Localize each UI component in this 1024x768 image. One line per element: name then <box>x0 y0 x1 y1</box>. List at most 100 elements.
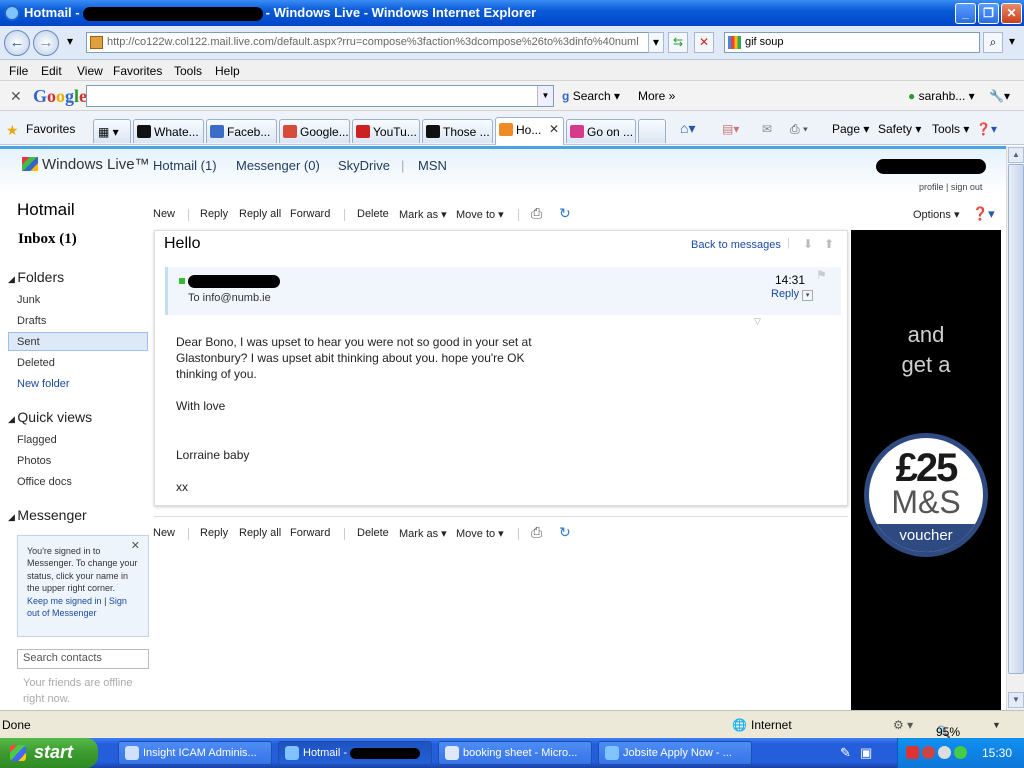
folder-drafts[interactable]: Drafts <box>17 315 46 327</box>
tab-facebook[interactable]: Faceb... <box>206 119 277 143</box>
task-booking-sheet[interactable]: booking sheet - Micro... <box>438 741 592 765</box>
stop-icon[interactable]: ✕ <box>694 32 714 53</box>
folders-heading[interactable]: ◢ Folders <box>8 269 64 285</box>
task-hotmail[interactable]: Hotmail - <box>278 741 432 765</box>
print-icon[interactable]: ⎙ ▾ <box>790 122 808 137</box>
search-contacts-input[interactable]: Search contacts <box>17 649 149 669</box>
zoom-dropdown-icon[interactable]: ▼ <box>992 720 1001 730</box>
move-to-menu[interactable]: Move to ▾ <box>456 527 504 540</box>
mark-as-menu[interactable]: Mark as ▾ <box>399 527 447 540</box>
history-dropdown-icon[interactable]: ▾ <box>60 32 80 53</box>
mark-as-menu[interactable]: Mark as ▾ <box>399 208 447 221</box>
forward-arrow-icon[interactable]: → <box>33 30 59 56</box>
protected-mode-icon[interactable]: ⚙ ▾ <box>893 718 913 732</box>
new-button[interactable]: New <box>153 527 175 539</box>
vertical-scrollbar[interactable]: ▲ ▼ <box>1006 146 1024 710</box>
favorites-button[interactable]: Favorites <box>26 122 75 136</box>
header-reply-link[interactable]: Reply ▾ <box>771 288 814 301</box>
minimize-button[interactable]: _ <box>955 3 976 24</box>
tab-go-on[interactable]: Go on ... <box>566 119 636 143</box>
close-toolbar-icon[interactable]: ✕ <box>10 88 22 105</box>
tray-messenger-icon[interactable] <box>954 746 967 759</box>
move-to-menu[interactable]: Move to ▾ <box>456 208 504 221</box>
pen-icon[interactable]: ✎ <box>840 745 851 761</box>
search-options-icon[interactable]: ▾ <box>1004 32 1020 53</box>
safety-menu[interactable]: Safety ▾ <box>878 122 921 136</box>
close-icon[interactable]: ✕ <box>131 540 140 552</box>
clock[interactable]: 15:30 <box>982 746 1012 760</box>
tray-security-icon[interactable] <box>922 746 935 759</box>
task-jobsite[interactable]: Jobsite Apply Now - ... <box>598 741 752 765</box>
tray-app-icon[interactable] <box>906 746 919 759</box>
url-dropdown-icon[interactable]: ▾ <box>648 32 664 53</box>
google-search-input[interactable]: ▼ <box>86 85 554 107</box>
quick-tabs-button[interactable]: ▦ ▾ <box>93 119 131 143</box>
flag-icon[interactable]: ⚑ <box>816 268 827 282</box>
search-go-icon[interactable]: ⌕ <box>983 32 1003 53</box>
feeds-icon[interactable]: ▤▾ <box>722 122 739 136</box>
scroll-up-icon[interactable]: ▲ <box>1008 147 1024 163</box>
folder-deleted[interactable]: Deleted <box>17 357 55 369</box>
home-icon[interactable]: ⌂▾ <box>680 120 695 137</box>
reply-button[interactable]: Reply <box>200 208 228 220</box>
help-icon[interactable]: ❓▾ <box>972 206 995 222</box>
expand-icon[interactable]: ▽ <box>754 316 761 327</box>
nav-messenger[interactable]: Messenger (0) <box>236 158 320 173</box>
options-menu[interactable]: Options ▾ <box>913 208 960 221</box>
tray-network-icon[interactable] <box>938 746 951 759</box>
new-button[interactable]: New <box>153 208 175 220</box>
quick-views-heading[interactable]: ◢ Quick views <box>8 409 92 425</box>
mail-icon[interactable]: ✉ <box>762 122 772 136</box>
menu-help[interactable]: Help <box>215 64 240 78</box>
ad-banner[interactable]: and get a £25 M&S voucher <box>851 230 1001 710</box>
display-icon[interactable]: ▣ <box>860 745 872 761</box>
delete-button[interactable]: Delete <box>357 527 389 539</box>
redacted-username[interactable] <box>876 159 986 174</box>
refresh-icon[interactable]: ⇆ <box>668 32 688 53</box>
close-button[interactable]: ✕ <box>1001 3 1022 24</box>
new-tab-button[interactable] <box>638 119 666 143</box>
tab-those[interactable]: Those ... <box>422 119 493 143</box>
google-more-button[interactable]: More » <box>638 89 675 103</box>
menu-file[interactable]: File <box>9 64 28 78</box>
print-icon[interactable]: ⎙ <box>531 205 542 222</box>
tab-google[interactable]: Google... <box>279 119 350 143</box>
tab-whate[interactable]: Whate... <box>133 119 204 143</box>
folder-sent[interactable]: Sent <box>17 336 40 348</box>
google-account[interactable]: ● sarahb... ▾ <box>908 89 975 103</box>
start-button[interactable]: start <box>0 738 98 768</box>
back-to-messages-link[interactable]: Back to messages <box>691 239 781 251</box>
reply-all-button[interactable]: Reply all <box>239 208 281 220</box>
quick-office-docs[interactable]: Office docs <box>17 476 72 488</box>
nav-skydrive[interactable]: SkyDrive <box>338 158 390 173</box>
new-folder-link[interactable]: New folder <box>17 378 70 390</box>
profile-links[interactable]: profile | sign out <box>919 182 982 192</box>
delete-button[interactable]: Delete <box>357 208 389 220</box>
maximize-button[interactable]: ❐ <box>978 3 999 24</box>
scroll-down-icon[interactable]: ▼ <box>1008 692 1024 708</box>
previous-message-icon[interactable]: ⬆ <box>824 237 834 251</box>
forward-button[interactable]: Forward <box>290 527 330 539</box>
task-insight[interactable]: Insight ICAM Adminis... <box>118 741 272 765</box>
refresh-icon[interactable]: ↻ <box>559 524 571 541</box>
nav-hotmail[interactable]: Hotmail (1) <box>153 158 217 173</box>
menu-tools[interactable]: Tools <box>174 64 202 78</box>
windows-live-logo[interactable]: Windows Live™ <box>22 156 150 173</box>
tab-hotmail[interactable]: Ho... ✕ <box>495 117 564 145</box>
quick-photos[interactable]: Photos <box>17 455 51 467</box>
url-input[interactable]: http://co122w.col122.mail.live.com/defau… <box>86 32 664 53</box>
keep-signed-in-link[interactable]: Keep me signed in <box>27 596 102 606</box>
back-arrow-icon[interactable]: ← <box>4 30 30 56</box>
tools-menu[interactable]: Tools ▾ <box>932 122 969 136</box>
menu-edit[interactable]: Edit <box>41 64 62 78</box>
folder-junk[interactable]: Junk <box>17 294 40 306</box>
reply-button[interactable]: Reply <box>200 527 228 539</box>
print-icon[interactable]: ⎙ <box>531 524 542 541</box>
chevron-down-icon[interactable]: ▼ <box>537 86 553 106</box>
page-menu[interactable]: Page ▾ <box>832 122 869 136</box>
reply-dropdown-icon[interactable]: ▾ <box>802 290 814 301</box>
quick-flagged[interactable]: Flagged <box>17 434 57 446</box>
menu-favorites[interactable]: Favorites <box>113 64 162 78</box>
messenger-heading[interactable]: ◢ Messenger <box>8 507 87 523</box>
star-icon[interactable]: ★ <box>6 122 19 139</box>
